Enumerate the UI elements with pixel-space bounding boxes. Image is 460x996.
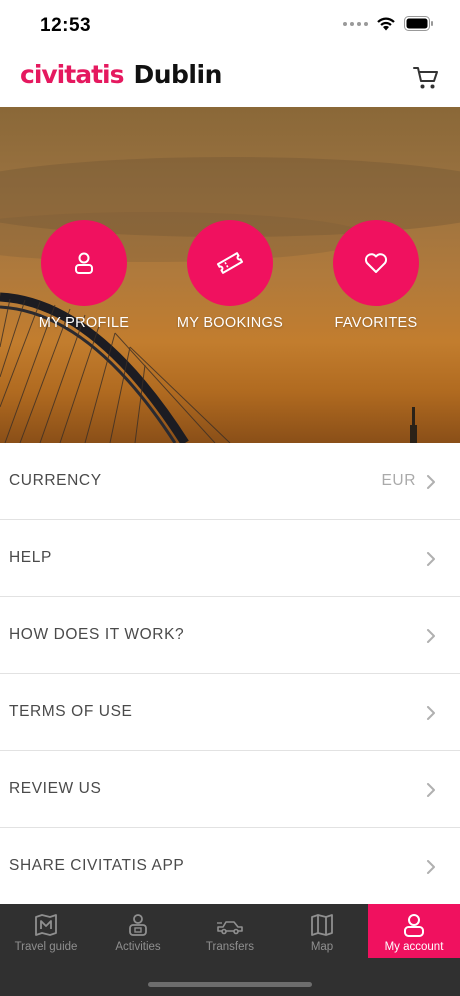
menu-item-label: SHARE CIVITATIS APP bbox=[9, 857, 185, 874]
chevron-right-icon bbox=[427, 552, 435, 566]
favorites-label: FAVORITES bbox=[334, 315, 418, 331]
my-bookings-label: MY BOOKINGS bbox=[176, 315, 284, 331]
tab-travel-guide[interactable]: Travel guide bbox=[0, 904, 92, 958]
menu-item-share-app[interactable]: SHARE CIVITATIS APP bbox=[0, 828, 460, 905]
heart-icon bbox=[364, 253, 388, 273]
hero-banner: MY PROFILE MY BOOKINGS FAVORITES bbox=[0, 107, 460, 443]
favorites-circle[interactable] bbox=[333, 220, 419, 306]
tab-map[interactable]: Map bbox=[276, 904, 368, 958]
chevron-right-icon bbox=[427, 860, 435, 874]
guide-map-icon bbox=[35, 914, 57, 936]
my-bookings-button[interactable]: MY BOOKINGS bbox=[155, 220, 305, 331]
my-bookings-circle[interactable] bbox=[187, 220, 273, 306]
status-time: 12:53 bbox=[40, 15, 92, 36]
chevron-right-icon bbox=[427, 706, 435, 720]
user-icon bbox=[75, 252, 93, 274]
tab-label: Travel guide bbox=[14, 941, 78, 953]
car-icon bbox=[217, 921, 243, 935]
cart-icon[interactable] bbox=[412, 64, 440, 92]
chevron-right-icon bbox=[427, 475, 435, 489]
tab-transfers[interactable]: Transfers bbox=[184, 904, 276, 958]
battery-icon bbox=[404, 16, 433, 31]
user-icon bbox=[404, 914, 424, 937]
tab-my-account[interactable]: My account bbox=[368, 904, 460, 958]
my-profile-label: MY PROFILE bbox=[38, 315, 130, 331]
tab-label: My account bbox=[384, 941, 444, 953]
menu-item-label: HOW DOES IT WORK? bbox=[9, 626, 185, 643]
city-title: Dublin bbox=[133, 60, 222, 89]
activities-icon bbox=[129, 914, 147, 936]
tab-label: Activities bbox=[115, 941, 161, 953]
menu-item-help[interactable]: HELP bbox=[0, 520, 460, 597]
currency-value: EUR bbox=[381, 472, 416, 489]
civitatis-logo: civitatis bbox=[20, 60, 124, 89]
account-menu: CURRENCY EUR HELP HOW DOES IT WORK? TERM… bbox=[0, 443, 460, 905]
ticket-icon bbox=[216, 252, 244, 274]
hero-actions: MY PROFILE MY BOOKINGS FAVORITES bbox=[0, 220, 460, 340]
wifi-icon bbox=[377, 17, 395, 31]
menu-item-label: REVIEW US bbox=[9, 780, 102, 797]
app-header: civitatis Dublin bbox=[0, 50, 460, 107]
home-indicator bbox=[148, 982, 312, 987]
menu-item-terms-of-use[interactable]: TERMS OF USE bbox=[0, 674, 460, 751]
menu-item-review-us[interactable]: REVIEW US bbox=[0, 751, 460, 828]
bottom-tab-bar: Travel guide Activities Transfers Map My… bbox=[0, 904, 460, 996]
tab-label: Map bbox=[310, 941, 334, 953]
menu-item-label: CURRENCY bbox=[9, 472, 102, 489]
signal-icon bbox=[343, 21, 368, 26]
menu-item-label: TERMS OF USE bbox=[9, 703, 133, 720]
menu-item-how-it-works[interactable]: HOW DOES IT WORK? bbox=[0, 597, 460, 674]
favorites-button[interactable]: FAVORITES bbox=[301, 220, 451, 331]
status-icons bbox=[343, 16, 434, 31]
menu-item-label: HELP bbox=[9, 549, 52, 566]
map-icon bbox=[311, 914, 333, 936]
tab-label: Transfers bbox=[205, 941, 255, 953]
brand: civitatis Dublin bbox=[20, 60, 222, 89]
chevron-right-icon bbox=[427, 783, 435, 797]
tab-activities[interactable]: Activities bbox=[92, 904, 184, 958]
menu-item-currency[interactable]: CURRENCY EUR bbox=[0, 443, 460, 520]
my-profile-button[interactable]: MY PROFILE bbox=[9, 220, 159, 331]
status-bar: 12:53 bbox=[0, 0, 460, 50]
my-profile-circle[interactable] bbox=[41, 220, 127, 306]
chevron-right-icon bbox=[427, 629, 435, 643]
